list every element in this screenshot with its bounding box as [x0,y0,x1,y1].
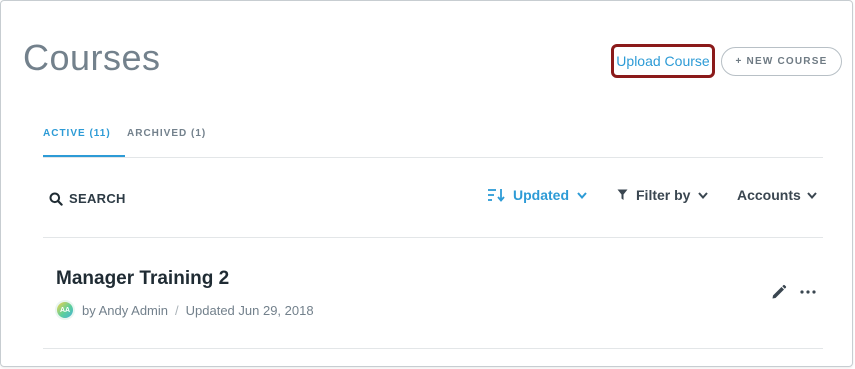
more-icon[interactable] [799,284,817,305]
course-updated: Updated Jun 29, 2018 [185,302,314,318]
meta-separator: / [175,302,179,318]
filter-dropdown[interactable]: Filter by [617,187,709,203]
filter-label: Filter by [636,187,691,203]
course-toolbar: SEARCH Updated Filter by Accounts [43,177,823,238]
chevron-down-icon [698,191,709,199]
course-meta: AA by Andy Admin / Updated Jun 29, 2018 [55,300,314,320]
sort-label: Updated [513,187,569,203]
new-course-button[interactable]: + NEW COURSE [721,47,842,76]
avatar: AA [55,300,75,320]
search-icon [49,192,69,206]
tab-active[interactable]: ACTIVE (11) [43,128,125,157]
course-tabs: ACTIVE (11) ARCHIVED (1) [43,119,823,158]
accounts-dropdown[interactable]: Accounts [737,187,817,203]
upload-course-button[interactable]: Upload Course [611,44,715,78]
tab-archived[interactable]: ARCHIVED (1) [127,128,206,139]
chevron-down-icon [807,191,817,199]
course-title[interactable]: Manager Training 2 [56,268,229,290]
search-button[interactable]: SEARCH [49,191,126,206]
accounts-label: Accounts [737,187,801,203]
course-list-item[interactable]: Manager Training 2 AA by Andy Admin / Up… [43,238,823,349]
courses-page: Courses Upload Course + NEW COURSE ACTIV… [0,0,853,367]
search-label: SEARCH [69,191,126,206]
sort-dropdown[interactable]: Updated [487,187,587,203]
filter-icon [617,189,628,201]
pencil-icon[interactable] [771,284,787,305]
page-title: Courses [23,37,161,78]
chevron-down-icon [577,191,587,199]
sort-icon [487,188,505,202]
course-author: by Andy Admin [82,302,168,318]
